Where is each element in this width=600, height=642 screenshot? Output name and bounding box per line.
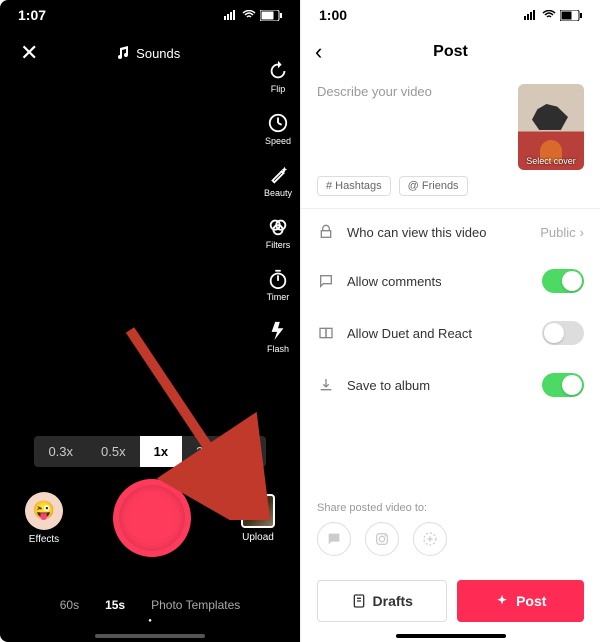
upload-button[interactable]: Upload [241,494,275,543]
status-bar-right: 1:00 [301,0,600,30]
cover-thumbnail-icon [532,104,568,130]
speed-1x[interactable]: 1x [140,436,182,467]
speed-2x[interactable]: 2x [182,436,224,467]
page-title: Post [301,43,600,61]
mode-indicator-dot: ● [0,618,300,624]
flash-tool[interactable]: Flash [267,320,289,354]
status-time: 1:00 [319,7,347,23]
battery-icon [560,10,582,21]
caption-input[interactable]: Describe your video [317,84,508,170]
comments-toggle[interactable] [542,269,584,293]
speed-0-5x[interactable]: 0.5x [87,436,140,467]
music-note-icon [116,46,130,60]
share-label: Share posted video to: [317,502,584,514]
comments-row: Allow comments [301,255,600,307]
upload-thumbnail-icon [241,494,275,528]
wifi-icon [542,10,556,20]
share-more-icon[interactable] [413,522,447,556]
lock-icon [317,223,335,241]
flip-icon [267,60,289,82]
effects-face-icon: 😜 [25,492,63,530]
beauty-icon [267,164,289,186]
signal-icon [224,10,238,20]
speed-tool[interactable]: Speed [265,112,291,146]
post-header: ‹ Post [301,30,600,74]
speed-selector: 0.3x 0.5x 1x 2x 3x [0,436,300,467]
duet-row: Allow Duet and React [301,307,600,359]
mode-60s[interactable]: 60s [60,598,79,612]
duet-icon [317,324,335,342]
home-indicator [396,634,506,638]
mode-photo-templates[interactable]: Photo Templates [151,598,240,612]
mode-15s[interactable]: 15s [105,598,125,612]
share-section: Share posted video to: [317,502,584,556]
camera-screen: 1:07 ✕ Sounds Flip Speed Beauty Filt [0,0,300,642]
sounds-label: Sounds [136,46,180,61]
drafts-icon [351,593,367,609]
status-icons [224,10,282,21]
share-instagram-icon[interactable] [365,522,399,556]
privacy-value: Public › [540,225,584,240]
sounds-button[interactable]: Sounds [116,46,180,61]
flash-icon [267,320,289,342]
speed-icon [267,112,289,134]
record-button[interactable] [113,479,191,557]
close-icon[interactable]: ✕ [20,40,38,66]
suggestion-chips: # Hashtags @ Friends [301,176,600,208]
save-toggle[interactable] [542,373,584,397]
save-row: Save to album [301,359,600,411]
download-icon [317,376,335,394]
cover-label: Select cover [518,156,584,166]
camera-header: ✕ Sounds [0,30,300,76]
mode-tabs: 60s 15s Photo Templates [0,598,300,612]
speed-0-3x[interactable]: 0.3x [34,436,87,467]
speed-3x[interactable]: 3x [224,436,266,467]
chevron-right-icon: › [580,225,584,240]
beauty-tool[interactable]: Beauty [264,164,292,198]
share-message-icon[interactable] [317,522,351,556]
status-icons [524,10,582,21]
home-indicator [95,634,205,638]
filters-tool[interactable]: Filters [266,216,291,250]
camera-tool-rail: Flip Speed Beauty Filters Timer Flash [264,60,292,354]
post-settings: Who can view this video Public › Allow c… [301,208,600,411]
privacy-row[interactable]: Who can view this video Public › [301,209,600,255]
effects-button[interactable]: 😜 Effects [25,492,63,545]
timer-icon [267,268,289,290]
post-sparkle-icon [494,593,510,609]
filters-icon [267,216,289,238]
wifi-icon [242,10,256,20]
hashtags-chip[interactable]: # Hashtags [317,176,391,196]
comment-icon [317,272,335,290]
camera-controls: 😜 Effects Upload [0,479,300,557]
friends-chip[interactable]: @ Friends [399,176,468,196]
post-screen: 1:00 ‹ Post Describe your video Select c… [300,0,600,642]
timer-tool[interactable]: Timer [267,268,290,302]
bottom-buttons: Drafts Post [317,580,584,622]
signal-icon [524,10,538,20]
post-button[interactable]: Post [457,580,585,622]
select-cover-button[interactable]: Select cover [518,84,584,170]
flip-tool[interactable]: Flip [267,60,289,94]
battery-icon [260,10,282,21]
duet-toggle[interactable] [542,321,584,345]
drafts-button[interactable]: Drafts [317,580,447,622]
status-bar-left: 1:07 [0,0,300,30]
status-time: 1:07 [18,7,46,23]
